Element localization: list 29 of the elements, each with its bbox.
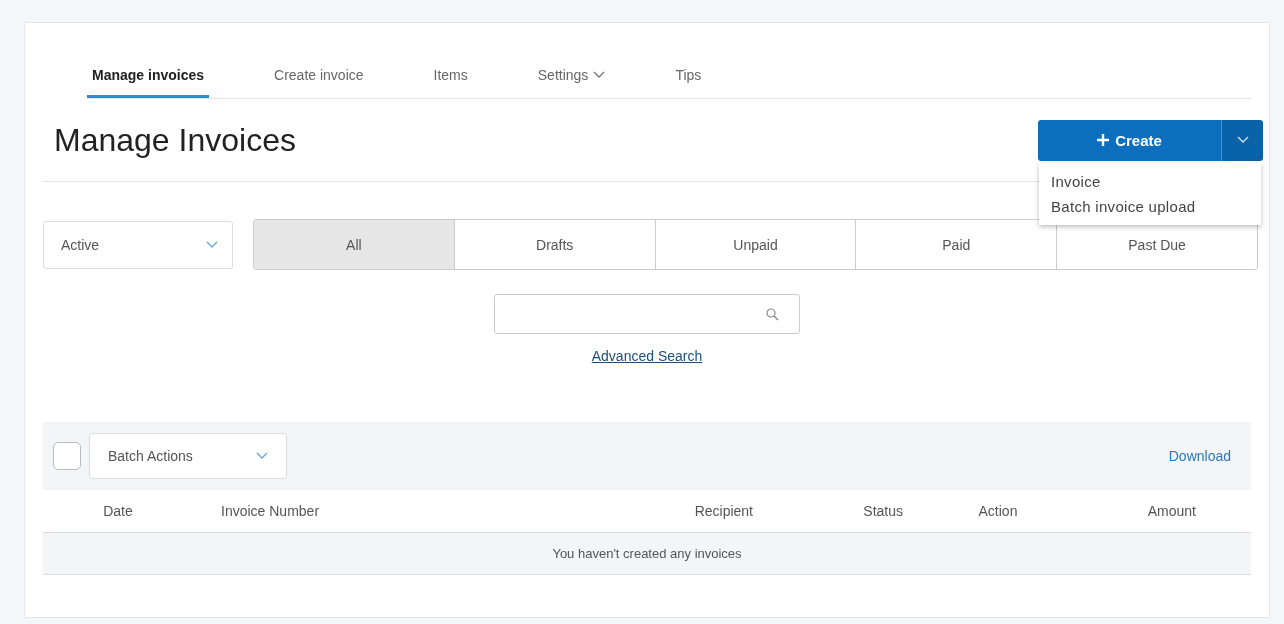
column-header: Status — [862, 503, 904, 519]
page-title: Manage Invoices — [54, 121, 296, 159]
menu-item[interactable]: Invoice — [1039, 168, 1261, 194]
plus-icon — [1097, 134, 1110, 146]
column-header: Action — [977, 503, 1019, 519]
column-header: Invoice Number — [220, 503, 321, 519]
search-field[interactable] — [494, 294, 800, 334]
search-icon — [766, 307, 779, 321]
tab[interactable]: Create invoice — [269, 63, 369, 98]
filter-tab[interactable]: All — [254, 220, 454, 269]
column-header: Amount — [1146, 503, 1197, 519]
create-button[interactable]: Create — [1038, 119, 1221, 161]
caret-icon — [206, 240, 218, 249]
advanced-search-link[interactable]: Advanced Search — [591, 348, 703, 364]
tab[interactable]: Tips — [670, 63, 707, 98]
tab[interactable]: Items — [428, 63, 473, 98]
column-header: Recipient — [693, 503, 753, 519]
download-link[interactable]: Download — [1168, 448, 1231, 464]
tab[interactable]: Manage invoices — [87, 63, 210, 98]
status-select[interactable]: Active — [43, 220, 233, 269]
dropdown-toggle[interactable] — [1221, 119, 1263, 161]
tab[interactable]: Settings — [532, 63, 611, 98]
batch-actions-select[interactable]: Batch Actions — [89, 433, 287, 479]
caret-icon — [256, 452, 268, 460]
column-header: Date — [102, 503, 134, 519]
menu-item[interactable]: Batch invoice upload — [1039, 193, 1261, 219]
caret-icon — [1236, 136, 1249, 144]
select-all-checkbox[interactable] — [53, 442, 81, 470]
empty-message: You haven't created any invoices — [552, 546, 742, 561]
